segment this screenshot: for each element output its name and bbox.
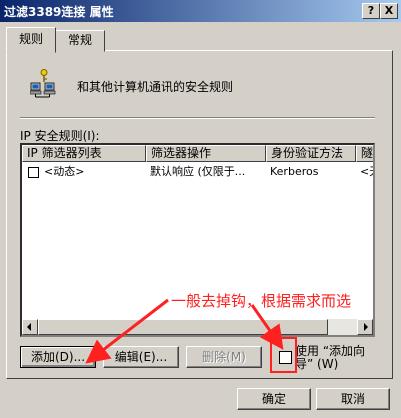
annotation-highlight-box <box>270 337 297 373</box>
column-header-filter-list[interactable]: IP 筛选器列表 <box>22 145 146 162</box>
edit-button[interactable]: 编辑(E)... <box>103 346 179 368</box>
arrow-left-icon <box>27 323 31 331</box>
horizontal-scrollbar[interactable] <box>22 319 373 335</box>
arrow-right-icon <box>364 323 368 331</box>
table-row[interactable]: <动态> 默认响应 (仅限于... Kerberos <无 <box>22 164 373 180</box>
header-description: 和其他计算机通讯的安全规则 <box>77 80 234 94</box>
annotation-text: 一般去掉钩，根据需求而选 <box>171 292 352 310</box>
window-title: 过滤3389连接 属性 <box>4 5 114 19</box>
add-button[interactable]: 添加(D)... <box>20 346 96 368</box>
tab-general[interactable]: 常规 <box>55 30 105 52</box>
title-bar: 过滤3389连接 属性 ? X <box>0 0 401 22</box>
separator <box>20 117 375 119</box>
rules-list-label: IP 安全规则(I): <box>20 129 100 143</box>
cell-auth-method: Kerberos <box>270 165 319 178</box>
remove-button[interactable]: 删除(M) <box>186 346 262 368</box>
ok-button[interactable]: 确定 <box>237 388 311 410</box>
cell-filter-list: <动态> <box>44 165 85 178</box>
scroll-right-button[interactable] <box>357 319 373 335</box>
scroll-left-button[interactable] <box>22 319 38 335</box>
cell-filter-action: 默认响应 (仅限于... <box>150 165 246 178</box>
column-header-filter-action[interactable]: 筛选器操作 <box>146 145 266 162</box>
scroll-thumb[interactable] <box>38 319 328 335</box>
column-header-tunnel[interactable]: 隧 <box>356 145 373 162</box>
column-header-auth-method[interactable]: 身份验证方法 <box>266 145 356 162</box>
tab-rules[interactable]: 规则 <box>6 27 56 53</box>
use-wizard-label-line2: 导” (W) <box>295 357 339 371</box>
help-button[interactable]: ? <box>362 3 380 19</box>
rule-checkbox[interactable] <box>28 167 39 178</box>
cancel-button[interactable]: 取消 <box>316 388 390 410</box>
network-computers-key-icon <box>30 69 56 98</box>
close-button[interactable]: X <box>380 3 398 19</box>
cell-tunnel: <无 <box>360 165 373 178</box>
use-wizard-label: 使用 “添加向 导” (W) <box>295 345 370 371</box>
